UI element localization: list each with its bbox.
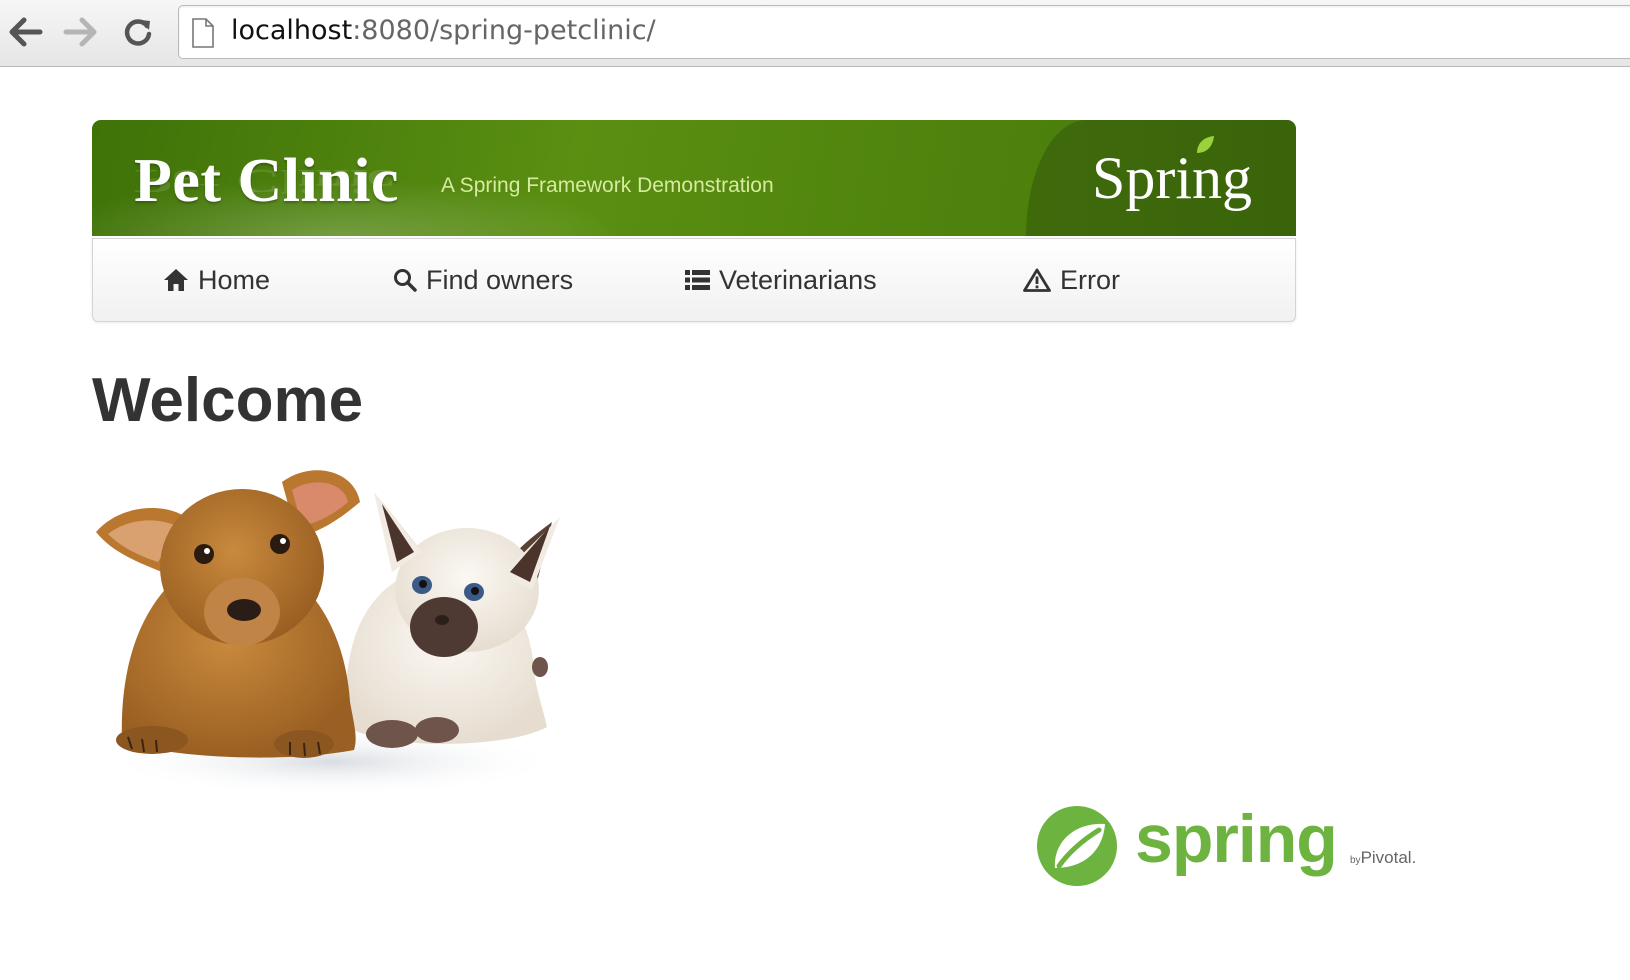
arrow-left-icon	[9, 17, 43, 47]
arrow-right-icon	[63, 17, 97, 47]
page-title: Welcome	[92, 366, 364, 435]
nav-veterinarians[interactable]: Veterinarians	[685, 261, 877, 299]
nav-home[interactable]: Home	[163, 261, 270, 299]
page-icon	[192, 18, 214, 48]
main-navigation: Home Find owners Veterinarians Error	[92, 238, 1296, 322]
nav-veterinarians-label: Veterinarians	[719, 264, 877, 295]
nav-home-label: Home	[198, 264, 271, 295]
forward-button[interactable]	[60, 12, 100, 52]
banner-title: Pet Clinic	[134, 147, 399, 215]
list-icon	[685, 270, 710, 290]
reload-button[interactable]	[118, 12, 158, 52]
banner-spring-logo: Spring	[1091, 145, 1252, 211]
url-text: localhost:8080/spring-petclinic/	[231, 15, 656, 46]
spring-leaf-icon	[1037, 806, 1117, 886]
spring-wordmark: spring	[1135, 801, 1338, 877]
browser-toolbar: localhost:8080/spring-petclinic/	[0, 0, 1630, 67]
pets-image	[96, 470, 562, 796]
pivotal-name: Pivotal.	[1360, 848, 1417, 867]
url-host: localhost	[231, 15, 353, 46]
url-path: :8080/spring-petclinic/	[352, 15, 656, 46]
address-bar[interactable]: localhost:8080/spring-petclinic/	[178, 5, 1630, 59]
home-icon	[164, 269, 188, 291]
pivotal-by: by	[1350, 855, 1361, 866]
spring-pivotal-logo: spring byPivotal.	[1035, 800, 1435, 900]
back-button[interactable]	[6, 12, 46, 52]
nav-error[interactable]: Error	[1023, 261, 1120, 299]
warning-icon	[1023, 268, 1051, 292]
pivotal-byline: byPivotal.	[1350, 848, 1416, 868]
nav-error-label: Error	[1060, 264, 1120, 295]
nav-find-owners[interactable]: Find owners	[393, 261, 573, 299]
header-banner: Pet Clinic Pet Clinic A Spring Framework…	[92, 120, 1296, 236]
nav-find-owners-label: Find owners	[426, 264, 574, 295]
reload-icon	[124, 19, 152, 46]
banner-subtitle: A Spring Framework Demonstration	[441, 174, 774, 197]
search-icon	[394, 269, 417, 292]
